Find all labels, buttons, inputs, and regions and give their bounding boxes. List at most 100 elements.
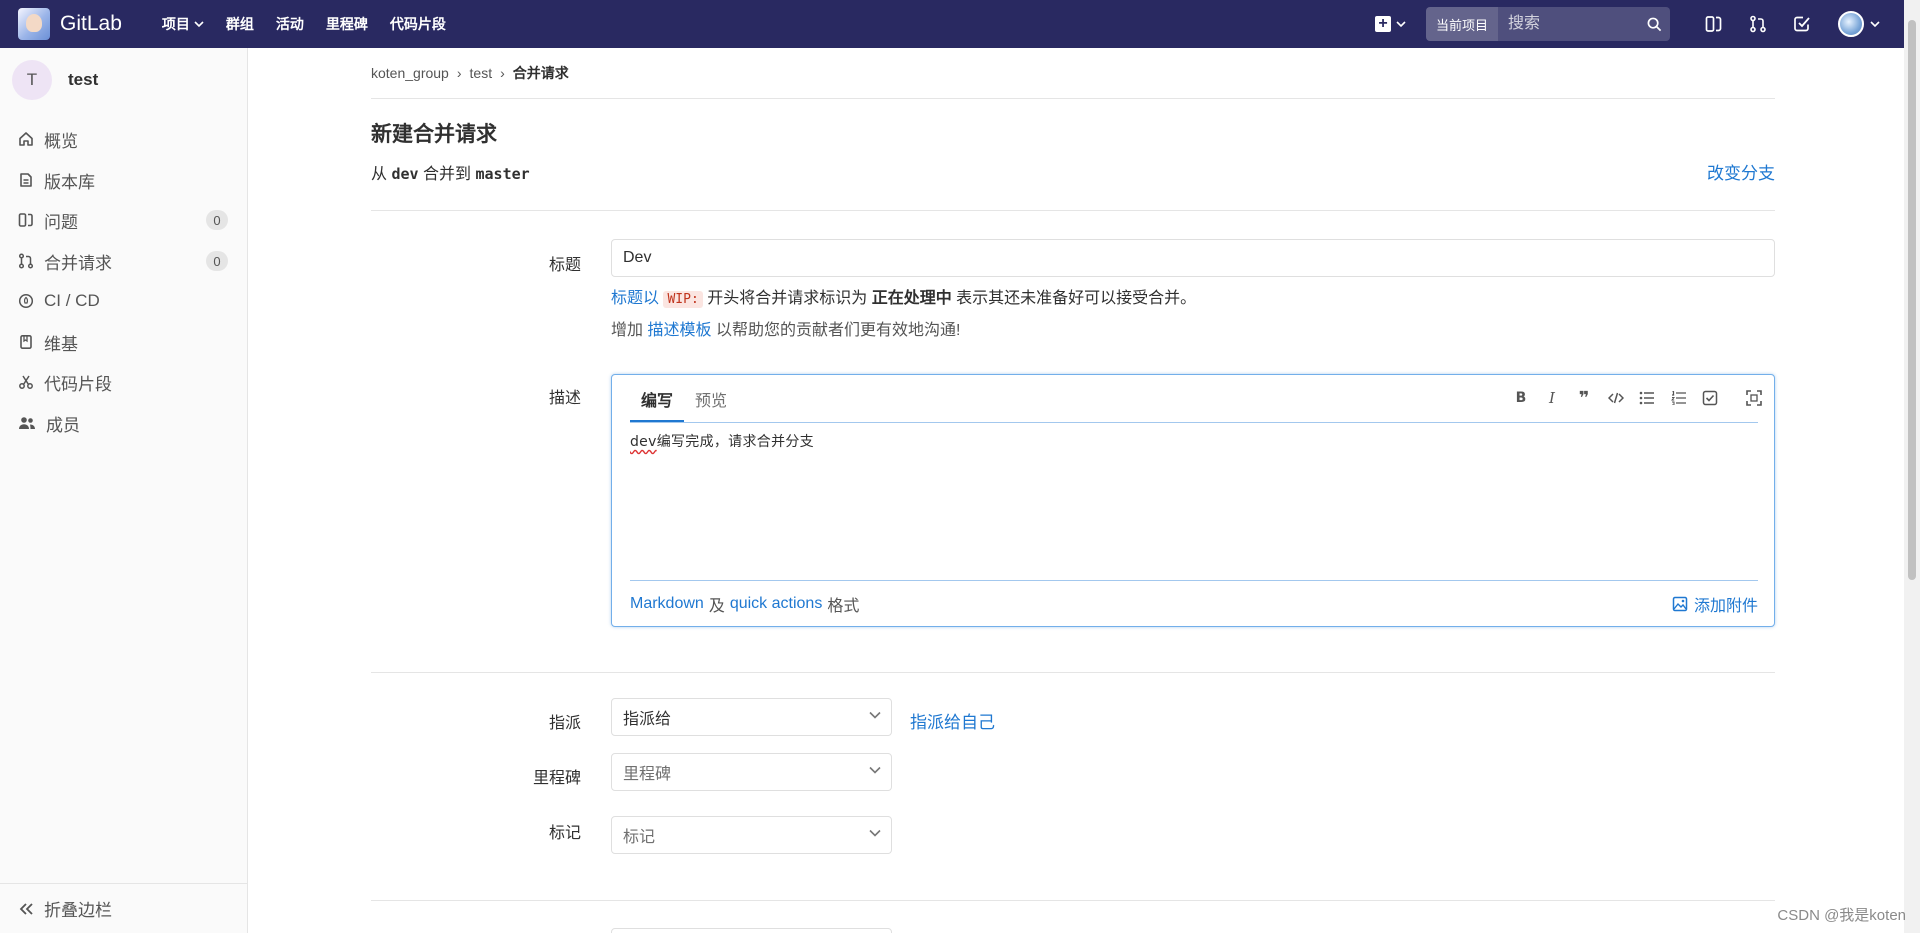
users-icon: [19, 417, 35, 429]
watermark: CSDN @我是koten: [1777, 907, 1906, 924]
description-textarea[interactable]: dev编写完成，请求合并分支: [630, 431, 1750, 541]
sidebar-item-overview[interactable]: 概览: [0, 119, 248, 159]
nav-activity[interactable]: 活动: [276, 14, 304, 34]
sidebar-item-members[interactable]: 成员: [0, 403, 248, 443]
breadcrumb-project[interactable]: test: [470, 65, 493, 81]
tab-preview[interactable]: 预览: [695, 387, 727, 411]
sidebar-item-issues[interactable]: 问题 0: [0, 200, 248, 240]
breadcrumb-current[interactable]: 合并请求: [513, 63, 569, 83]
main-content: koten_group › test › 合并请求 新建合并请求 从 dev 合…: [371, 48, 1775, 933]
divider: [371, 672, 1775, 673]
chevron-down-icon: [869, 766, 881, 774]
change-branch-link[interactable]: 改变分支: [1707, 159, 1775, 184]
editor-tabs: 编写 预览 B I ❞: [630, 375, 1762, 423]
quick-actions-link[interactable]: quick actions: [730, 595, 823, 613]
merge-request-icon: [18, 253, 34, 269]
chevron-down-icon: [194, 20, 204, 27]
merge-requests-count-badge: 0: [206, 251, 228, 271]
plus-icon: +: [1374, 16, 1391, 32]
assignee-label: 指派: [548, 715, 581, 732]
fullscreen-icon[interactable]: [1743, 387, 1765, 409]
description-template-link[interactable]: 描述模板: [647, 322, 711, 339]
repository-icon: [20, 173, 32, 187]
todos-nav-icon[interactable]: [1791, 13, 1813, 35]
description-editor: 编写 预览 B I ❞ dev编写完成，请求合并分支 Markdown 及 qu…: [611, 374, 1775, 627]
template-hint: 增加 描述模板 以帮助您的贡献者们更有效地沟通!: [611, 322, 961, 339]
search-input[interactable]: [1498, 7, 1638, 41]
wip-hint: 标题以 WIP: 开头将合并请求标识为 正在处理中 表示其还未准备好可以接受合并…: [611, 290, 1197, 308]
new-dropdown-button[interactable]: +: [1374, 16, 1406, 32]
numbered-list-icon[interactable]: [1668, 387, 1690, 409]
next-field-select[interactable]: [611, 928, 892, 933]
double-chevron-left-icon: [19, 902, 33, 915]
search-icon[interactable]: [1638, 17, 1670, 32]
search-scope-badge[interactable]: 当前项目: [1425, 7, 1498, 41]
nav-projects[interactable]: 项目: [162, 14, 204, 34]
chevron-right-icon: ›: [456, 65, 462, 81]
divider: [371, 210, 1775, 211]
sidebar-item-wiki[interactable]: 维基: [0, 322, 248, 362]
breadcrumb-group[interactable]: koten_group: [371, 65, 449, 81]
sidebar: T test 概览 版本库 问题 0 合并请求 0 CI / CD 维基 代码片…: [0, 48, 248, 933]
issues-count-badge: 0: [206, 210, 228, 230]
page-scrollbar[interactable]: [1904, 0, 1920, 933]
title-input[interactable]: Dev: [611, 239, 1775, 277]
tab-write[interactable]: 编写: [641, 387, 673, 411]
active-tab-indicator: [630, 420, 684, 422]
image-icon: [1672, 596, 1688, 611]
sidebar-item-merge-requests[interactable]: 合并请求 0: [0, 241, 248, 281]
nav-groups[interactable]: 群组: [226, 14, 254, 34]
quote-icon[interactable]: ❞: [1573, 387, 1595, 409]
assign-to-me-link[interactable]: 指派给自己: [910, 708, 995, 733]
scrollbar-thumb[interactable]: [1908, 20, 1916, 580]
nav-milestones[interactable]: 里程碑: [326, 14, 368, 34]
markdown-link[interactable]: Markdown: [630, 595, 704, 613]
merge-requests-nav-icon[interactable]: [1747, 13, 1769, 35]
sidebar-item-repository[interactable]: 版本库: [0, 160, 248, 200]
italic-icon[interactable]: I: [1541, 387, 1563, 409]
book-icon: [20, 334, 32, 349]
nav-links: 项目 群组 活动 里程碑 代码片段: [162, 14, 468, 34]
bold-icon[interactable]: B: [1510, 387, 1532, 409]
branch-summary: 从 dev 合并到 master: [371, 165, 530, 183]
chevron-down-icon: [1396, 20, 1406, 27]
title-label: 标题: [548, 257, 581, 274]
project-name: test: [68, 70, 99, 89]
user-avatar[interactable]: [1838, 11, 1864, 37]
description-label: 描述: [548, 390, 581, 407]
nav-snippets[interactable]: 代码片段: [390, 14, 446, 34]
milestone-select[interactable]: 里程碑: [611, 753, 892, 791]
bullet-list-icon[interactable]: [1636, 387, 1658, 409]
logo[interactable]: GitLab: [18, 8, 122, 40]
page-title: 新建合并请求: [371, 123, 497, 146]
milestone-label: 里程碑: [532, 770, 581, 787]
editor-footer: Markdown 及 quick actions 格式 添加附件: [630, 580, 1758, 626]
sidebar-item-ci-cd[interactable]: CI / CD: [0, 281, 248, 321]
sidebar-item-snippets[interactable]: 代码片段: [0, 362, 248, 402]
chevron-down-icon: [1870, 20, 1880, 27]
target-branch: master: [475, 165, 530, 183]
sidebar-project[interactable]: T test: [0, 48, 247, 112]
labels-select[interactable]: 标记: [611, 816, 892, 854]
issues-icon: [18, 213, 33, 227]
rocket-icon: [18, 293, 34, 309]
scissors-icon: [19, 375, 33, 389]
labels-label: 标记: [548, 825, 581, 842]
logo-text: GitLab: [60, 12, 122, 35]
project-avatar: T: [12, 60, 52, 100]
code-icon[interactable]: [1605, 387, 1627, 409]
search-box: 当前项目: [1425, 7, 1670, 41]
collapse-sidebar-button[interactable]: 折叠边栏: [0, 883, 248, 933]
top-navbar: GitLab 项目 群组 活动 里程碑 代码片段 + 当前项目: [0, 0, 1920, 48]
assignee-select[interactable]: 指派给: [611, 698, 892, 736]
issues-nav-icon[interactable]: [1703, 13, 1725, 35]
chevron-right-icon: ›: [500, 65, 505, 81]
nav-right: + 当前项目: [1374, 7, 1880, 41]
home-icon: [19, 132, 33, 146]
divider: [371, 900, 1775, 901]
wip-hint-link[interactable]: 标题以: [611, 290, 659, 307]
wip-code: WIP:: [663, 291, 703, 308]
attach-file-button[interactable]: 添加附件: [1672, 592, 1758, 616]
task-list-icon[interactable]: [1699, 387, 1721, 409]
chevron-down-icon: [869, 829, 881, 837]
